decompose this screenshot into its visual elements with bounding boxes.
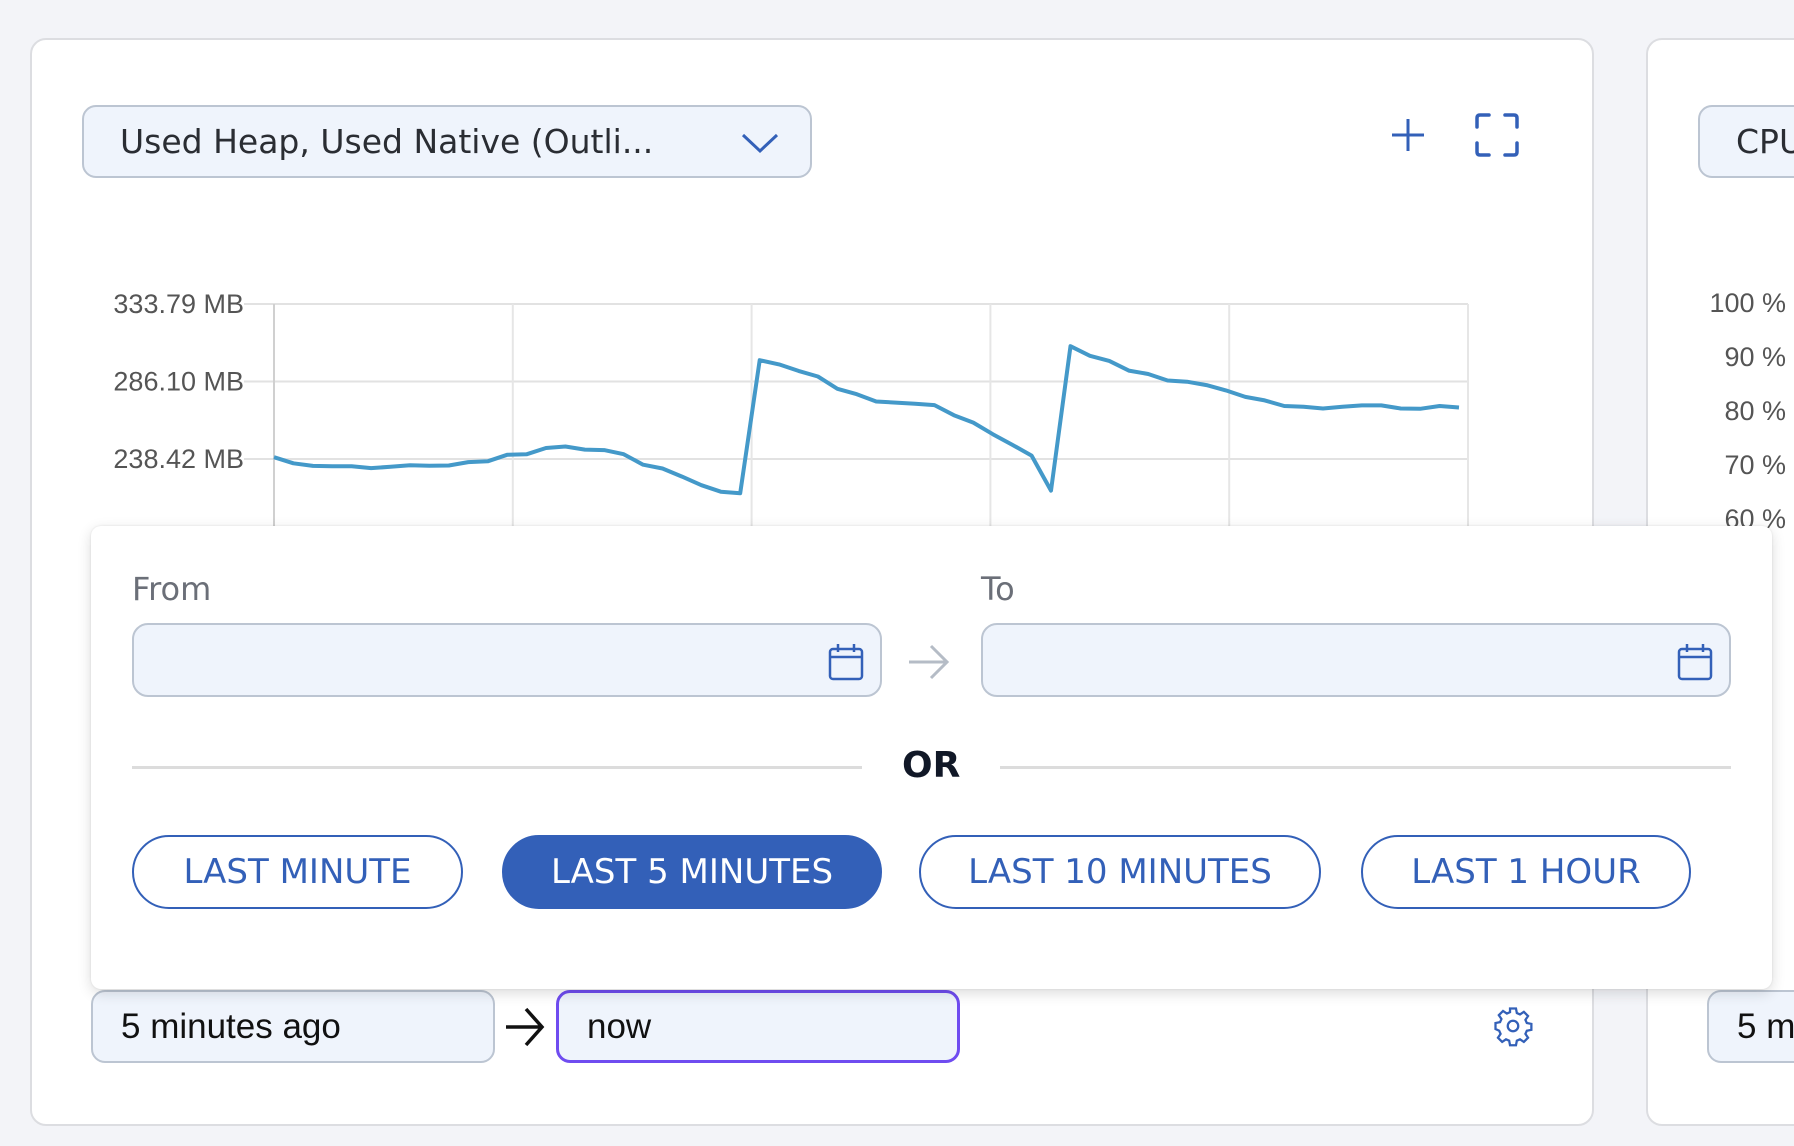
or-label: OR: [902, 745, 961, 786]
time-from-value: 5 minutes ago: [121, 1006, 341, 1046]
time-to-input[interactable]: now: [556, 990, 960, 1063]
metric-dropdown[interactable]: Used Heap, Used Native (Outli...: [82, 105, 812, 178]
cpu-y-tick-label: 70 %: [1724, 450, 1786, 480]
time-to-value: now: [587, 1006, 652, 1046]
from-label: From: [132, 570, 212, 608]
to-date-field[interactable]: [981, 623, 1731, 697]
metric-dropdown-value: Used Heap, Used Native (Outli...: [120, 122, 654, 161]
time-from-input[interactable]: 5 minutes ago: [91, 990, 495, 1063]
preset-last-1-hour-button[interactable]: LAST 1 HOUR: [1361, 835, 1691, 909]
arrow-right-icon: [506, 1007, 545, 1047]
calendar-icon[interactable]: [828, 643, 864, 681]
plus-icon[interactable]: [1388, 115, 1428, 155]
from-date-field[interactable]: [132, 623, 882, 697]
to-label: To: [981, 570, 1015, 608]
calendar-icon[interactable]: [1677, 643, 1713, 681]
expand-icon[interactable]: [1474, 112, 1520, 158]
preset-last-minute-button[interactable]: LAST MINUTE: [132, 835, 463, 909]
cpu-metric-dropdown[interactable]: CPU: [1698, 105, 1794, 178]
cpu-time-from-value: 5 m: [1737, 1006, 1794, 1046]
cpu-time-from-input[interactable]: 5 m: [1707, 990, 1794, 1063]
cpu-y-tick-label: 90 %: [1724, 342, 1786, 372]
divider: [1000, 766, 1731, 769]
time-range-popover: From To OR LAST MINUTE LAST 5 MINUTES LA…: [91, 526, 1772, 989]
cpu-metric-dropdown-value: CPU: [1736, 122, 1794, 161]
cpu-y-tick-label: 100 %: [1709, 288, 1786, 318]
divider: [132, 766, 862, 769]
chevron-down-icon: [741, 133, 779, 154]
preset-last-5-minutes-button[interactable]: LAST 5 MINUTES: [502, 835, 882, 909]
cpu-y-tick-label: 80 %: [1724, 396, 1786, 426]
gear-icon[interactable]: [1492, 1005, 1534, 1047]
arrow-right-icon: [909, 644, 950, 680]
preset-last-10-minutes-button[interactable]: LAST 10 MINUTES: [919, 835, 1321, 909]
